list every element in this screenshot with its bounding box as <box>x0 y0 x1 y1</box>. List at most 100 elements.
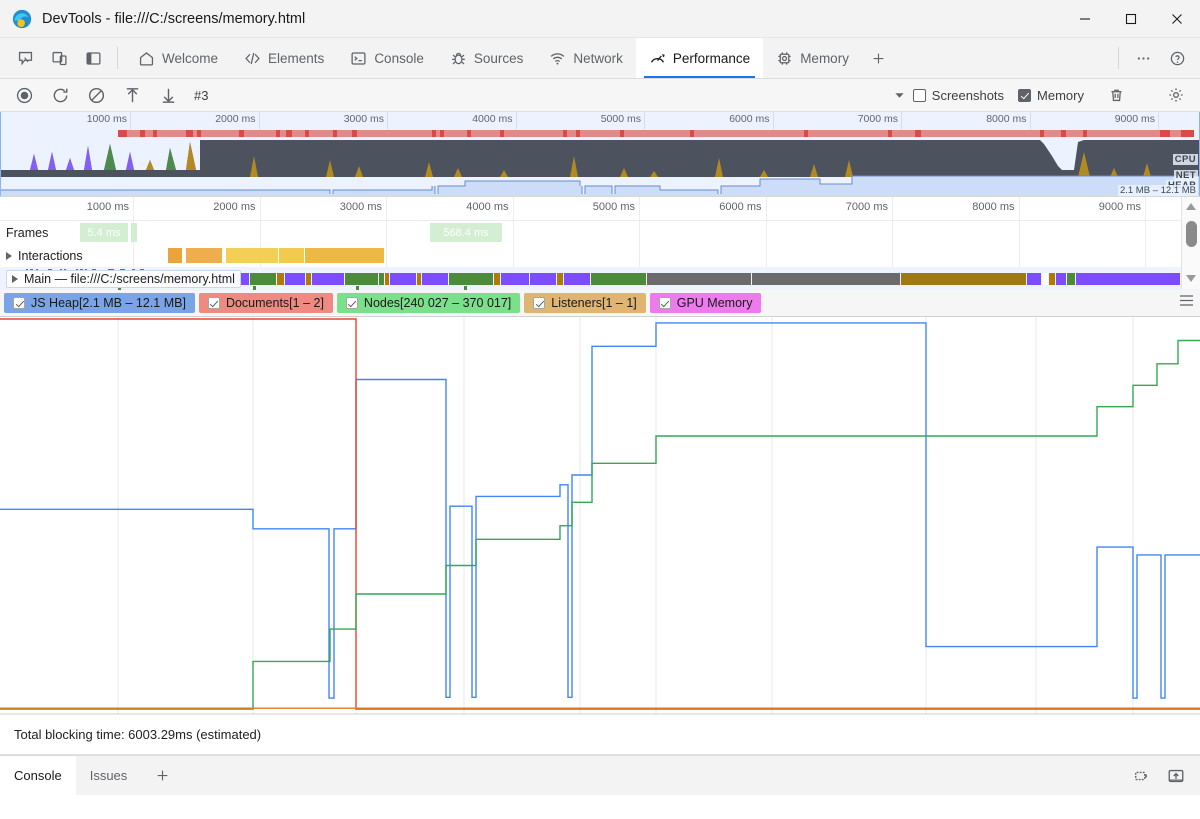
network-conditions-icon[interactable] <box>1128 762 1156 790</box>
minimize-button[interactable] <box>1062 0 1108 38</box>
drawer-tab-issues[interactable]: Issues <box>76 756 142 795</box>
memory-counters-legend: JS Heap[2.1 MB – 12.1 MB] Documents[1 – … <box>0 290 1200 317</box>
clear-icon[interactable] <box>78 82 114 109</box>
memory-label: Memory <box>1037 87 1084 103</box>
screenshots-label: Screenshots <box>931 87 1005 103</box>
gpu-memory-checkbox[interactable] <box>658 297 671 309</box>
triangle-right-icon[interactable] <box>6 251 12 260</box>
interaction-block[interactable] <box>226 248 278 263</box>
wifi-icon <box>549 50 566 67</box>
tracks-ruler: 1000 ms 2000 ms 3000 ms 4000 ms 5000 ms 6000 … <box>0 197 1200 289</box>
tab-label: Sources <box>473 50 524 66</box>
device-toolbar-icon[interactable] <box>42 38 76 78</box>
tab-label: Console <box>374 50 424 66</box>
counter-chip-listeners[interactable]: Listeners[1 – 1] <box>524 293 646 313</box>
counter-chip-nodes[interactable]: Nodes[240 027 – 370 017] <box>336 293 521 313</box>
interaction-block[interactable] <box>186 248 222 263</box>
edge-logo-icon <box>12 9 32 28</box>
terminal-icon <box>350 50 367 67</box>
ruler-tick-label: 8000 ms <box>972 201 1015 213</box>
nodes-checkbox[interactable] <box>345 297 358 309</box>
overview-selection-window[interactable] <box>0 112 1200 196</box>
tab-bar-left-tools <box>0 38 110 78</box>
record-icon[interactable] <box>6 82 42 109</box>
help-icon[interactable] <box>1160 38 1194 78</box>
screenshots-checkbox[interactable]: Screenshots <box>912 87 1005 103</box>
home-icon <box>138 50 155 67</box>
tab-sources[interactable]: Sources <box>437 38 537 78</box>
tab-elements[interactable]: Elements <box>231 38 337 78</box>
drawer-tab-console[interactable]: Console <box>0 756 76 795</box>
tab-label: Network <box>573 50 623 66</box>
window-title: DevTools - file:///C:/screens/memory.htm… <box>42 10 306 27</box>
triangle-right-icon[interactable] <box>12 274 18 283</box>
documents-checkbox[interactable] <box>207 297 220 309</box>
title-bar: DevTools - file:///C:/screens/memory.htm… <box>0 0 1200 38</box>
frame-block[interactable]: 568.4 ms <box>430 223 502 242</box>
upload-profile-icon[interactable] <box>114 82 150 109</box>
listeners-checkbox[interactable] <box>533 297 546 309</box>
counters-menu-icon[interactable] <box>1179 294 1194 312</box>
ruler-tick-label: 7000 ms <box>845 201 888 213</box>
scroll-up-icon[interactable] <box>1186 203 1196 210</box>
drawer-add-tab-button[interactable] <box>141 756 184 795</box>
memory-checkbox-box[interactable] <box>1018 88 1032 102</box>
ruler-tick-label: 2000 ms <box>213 201 256 213</box>
memory-checkbox[interactable]: Memory <box>1018 88 1084 103</box>
reload-record-icon[interactable] <box>42 82 78 109</box>
dock-drawer-icon[interactable] <box>1162 762 1190 790</box>
interaction-block[interactable] <box>168 248 182 263</box>
memory-counters-chart[interactable] <box>0 317 1200 715</box>
devtools-tab-bar: Welcome Elements Console Sources Network… <box>0 38 1200 79</box>
window-controls <box>1062 0 1200 38</box>
download-profile-icon[interactable] <box>150 82 186 109</box>
counters-chart-svg[interactable] <box>0 317 1200 715</box>
interactions-track-title[interactable]: Interactions <box>6 247 87 264</box>
main-thread-track[interactable]: Main — file:///C:/screens/memory.html <box>0 267 1200 290</box>
trash-icon[interactable] <box>1098 82 1134 109</box>
tab-memory[interactable]: Memory <box>763 38 862 78</box>
interactions-track[interactable]: Interactions <box>0 244 1200 267</box>
counter-chip-gpu-memory[interactable]: GPU Memory <box>649 293 762 313</box>
tab-network[interactable]: Network <box>536 38 636 78</box>
tab-performance[interactable]: Performance <box>635 38 764 78</box>
tab-label: Memory <box>800 50 849 66</box>
scroll-down-icon[interactable] <box>1186 275 1196 282</box>
drawer-tab-bar: Console Issues <box>0 755 1200 795</box>
inspect-element-icon[interactable] <box>8 38 42 78</box>
close-button[interactable] <box>1154 0 1200 38</box>
frame-block[interactable]: 5.4 ms <box>80 223 128 242</box>
frames-track[interactable]: Frames 5.4 ms 568.4 ms <box>0 221 1200 244</box>
more-options-icon[interactable] <box>1126 38 1160 78</box>
ruler-tick-label: 1000 ms <box>86 201 129 213</box>
interaction-block[interactable] <box>279 248 304 263</box>
drawer-tab-label: Console <box>14 768 62 783</box>
counter-chip-documents[interactable]: Documents[1 – 2] <box>198 293 333 313</box>
code-icon <box>244 50 261 67</box>
dock-side-icon[interactable] <box>76 38 110 78</box>
main-thread-track-title[interactable]: Main — file:///C:/screens/memory.html <box>6 269 241 288</box>
add-tab-button[interactable] <box>862 38 896 78</box>
tab-console[interactable]: Console <box>337 38 437 78</box>
tab-bar-right-tools <box>1111 38 1200 78</box>
counter-label: Documents[1 – 2] <box>225 296 324 310</box>
scroll-thumb[interactable] <box>1186 221 1197 247</box>
ruler-tick-label: 9000 ms <box>1098 201 1141 213</box>
screenshots-checkbox-box[interactable] <box>912 88 926 102</box>
frames-label: Frames <box>6 225 49 240</box>
tab-welcome[interactable]: Welcome <box>125 38 231 78</box>
maximize-button[interactable] <box>1108 0 1154 38</box>
js-heap-checkbox[interactable] <box>13 297 25 309</box>
counter-label: JS Heap[2.1 MB – 12.1 MB] <box>31 296 186 310</box>
timeline-overview[interactable]: 1000 ms 2000 ms 3000 ms 4000 ms 5000 ms 6000 … <box>0 112 1200 197</box>
counter-label: Listeners[1 – 1] <box>551 296 637 310</box>
ruler-tick-label: 6000 ms <box>719 201 762 213</box>
tracks-scrollbar[interactable] <box>1181 197 1200 289</box>
total-blocking-time: Total blocking time: 6003.29ms (estimate… <box>14 727 262 742</box>
interaction-block[interactable] <box>305 248 384 263</box>
frame-block[interactable] <box>131 223 137 242</box>
chevron-down-icon[interactable] <box>887 82 913 109</box>
main-thread-label: Main — file:///C:/screens/memory.html <box>24 271 235 286</box>
counter-chip-js-heap[interactable]: JS Heap[2.1 MB – 12.1 MB] <box>4 293 195 313</box>
gear-icon[interactable] <box>1158 82 1194 109</box>
